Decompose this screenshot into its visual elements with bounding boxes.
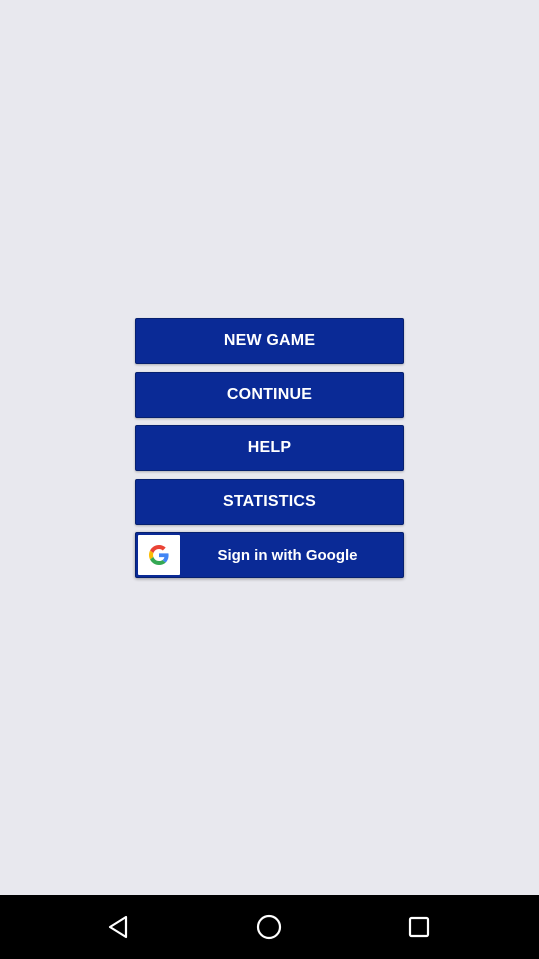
app-screen: NEW GAME CONTINUE HELP STATISTICS Sign i… (0, 0, 539, 959)
continue-button[interactable]: CONTINUE (135, 371, 404, 418)
main-menu: NEW GAME CONTINUE HELP STATISTICS Sign i… (135, 318, 404, 578)
home-icon[interactable] (239, 897, 299, 957)
back-icon[interactable] (88, 897, 148, 957)
system-nav-bar (0, 895, 539, 959)
statistics-button[interactable]: STATISTICS (135, 478, 404, 525)
google-signin-button[interactable]: Sign in with Google (135, 532, 404, 578)
recents-icon[interactable] (389, 897, 449, 957)
google-signin-label: Sign in with Google (217, 546, 358, 564)
new-game-button[interactable]: NEW GAME (135, 318, 404, 364)
help-button[interactable]: HELP (135, 425, 404, 471)
google-logo-icon (138, 535, 180, 575)
